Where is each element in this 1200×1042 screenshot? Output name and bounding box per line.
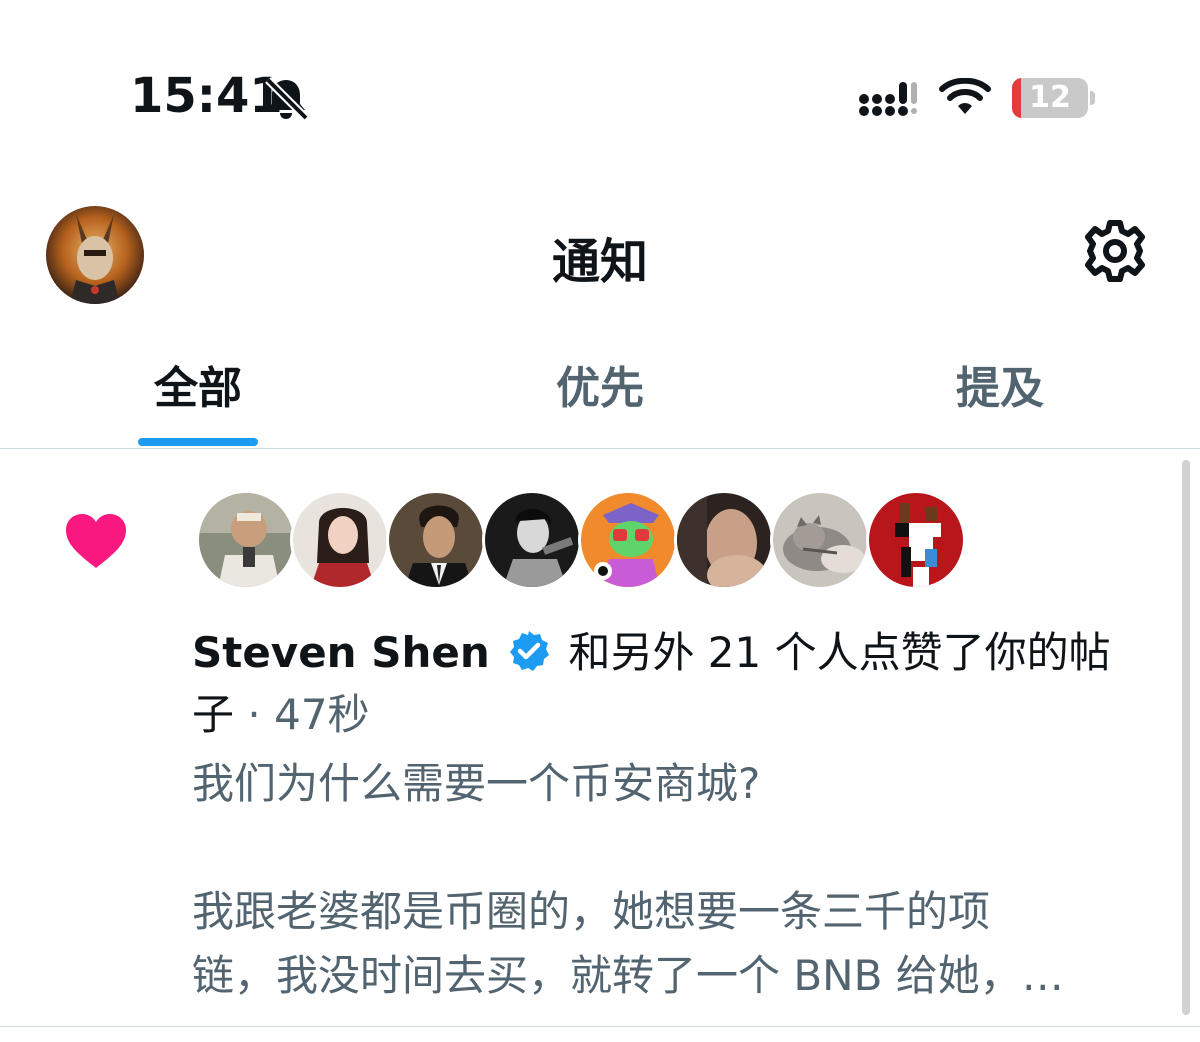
notification-time: 47秒 — [274, 690, 370, 739]
liker-avatar[interactable] — [290, 490, 390, 590]
notification-text: Steven Shen 和另外 21 个人点赞了你的帖子 · 47秒 — [192, 622, 1152, 746]
wifi-icon — [939, 78, 991, 114]
verified-badge-icon — [510, 631, 550, 671]
notifications-screen: 15:41 12 通知 全部 优先 提及 Steven Shen 和另外 21 … — [0, 0, 1200, 1042]
divider — [0, 448, 1200, 449]
liker-avatar[interactable] — [386, 490, 486, 590]
post-preview-line: 链，我没时间去买，就转了一个 BNB 给她，… — [192, 951, 1064, 1000]
status-time: 15:41 — [130, 68, 283, 124]
battery-icon: 12 — [1012, 78, 1088, 118]
liker-avatar[interactable] — [482, 490, 582, 590]
liker-avatar[interactable] — [770, 490, 870, 590]
gear-icon[interactable] — [1082, 218, 1148, 284]
page-title: 通知 — [551, 234, 648, 290]
user-name[interactable]: Steven Shen — [192, 628, 490, 677]
divider — [0, 1026, 1200, 1027]
liker-avatar[interactable] — [196, 490, 296, 590]
tab-active-indicator — [138, 438, 258, 446]
heart-icon — [66, 514, 126, 568]
notification-separator: · — [247, 690, 261, 739]
liker-avatar[interactable] — [578, 490, 678, 590]
bell-off-icon — [265, 77, 309, 120]
battery-tip — [1090, 91, 1095, 105]
tab-priority[interactable]: 优先 — [470, 352, 730, 416]
liker-avatar[interactable] — [674, 490, 774, 590]
liker-avatar[interactable] — [866, 490, 966, 590]
signal-icon — [859, 82, 917, 116]
battery-percent: 12 — [1029, 80, 1071, 115]
post-preview-line: 我跟老婆都是币圈的，她想要一条三千的项 — [192, 887, 991, 936]
post-preview[interactable]: 我们为什么需要一个币安商城? 我跟老婆都是币圈的，她想要一条三千的项 链，我没时… — [192, 752, 1162, 1008]
tab-mentions[interactable]: 提及 — [870, 352, 1130, 416]
post-preview-blank-line — [192, 816, 1162, 880]
post-preview-line: 我们为什么需要一个币安商城? — [192, 759, 761, 808]
tab-all[interactable]: 全部 — [68, 352, 328, 416]
scrollbar[interactable] — [1182, 460, 1190, 1015]
